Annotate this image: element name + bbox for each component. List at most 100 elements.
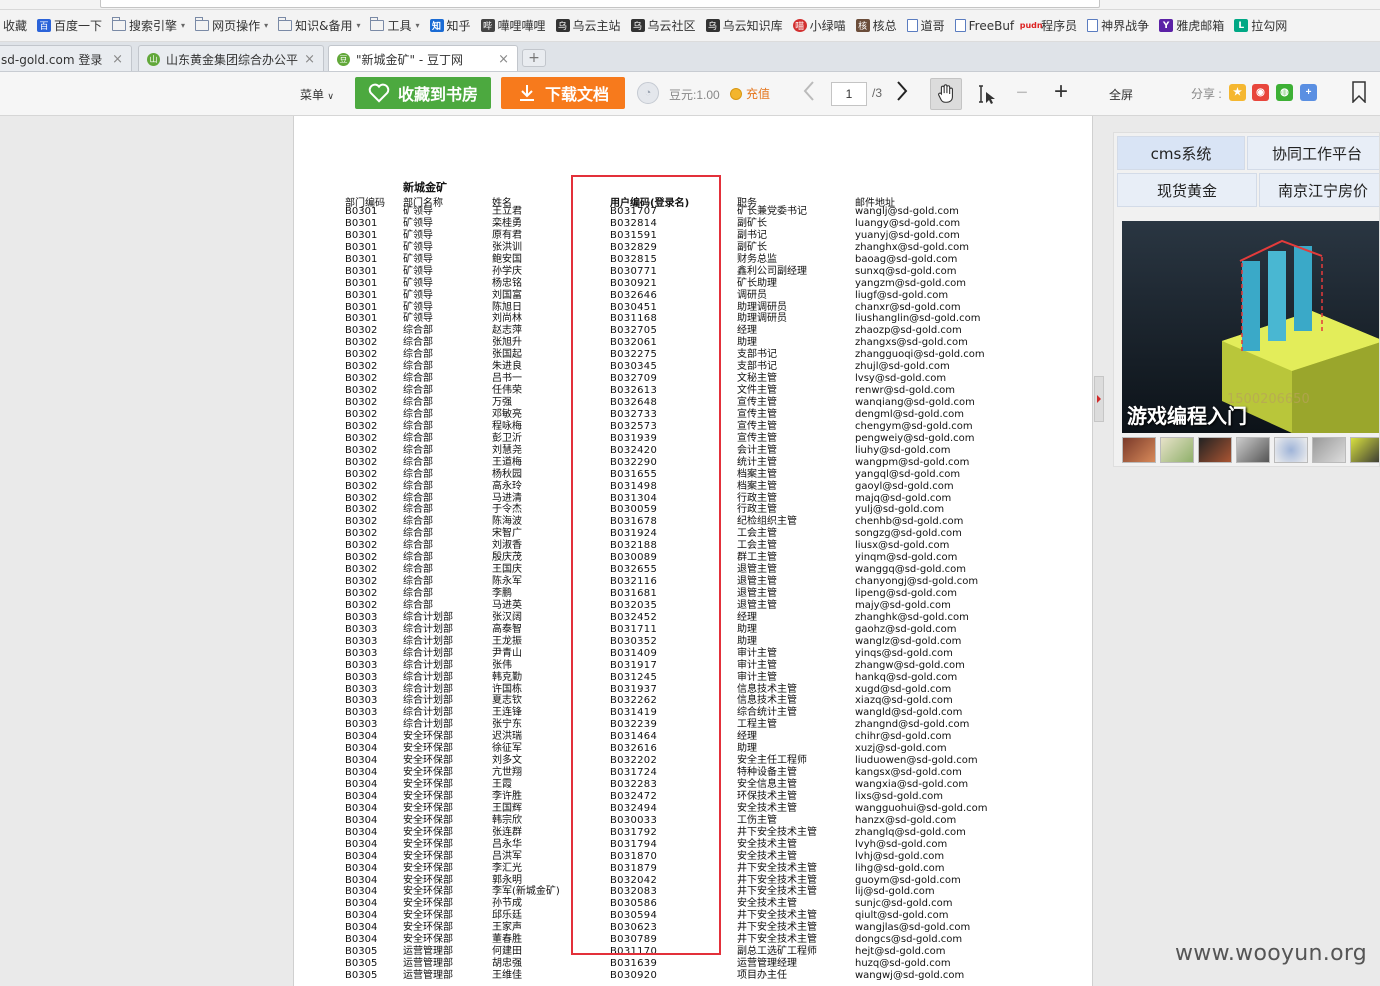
bookmark-item[interactable]: 神界战争 [1087,15,1149,37]
cell-dept-name: 综合部 [403,361,433,373]
hand-tool-button[interactable] [930,78,962,110]
download-button[interactable]: 下载文档 [501,77,625,109]
next-page-button[interactable] [895,80,909,108]
sdgold-favicon-icon: 山 [147,52,160,66]
cell-person: 徐征军 [492,743,522,755]
cell-dept-code: B0304 [345,790,378,802]
bookmark-item[interactable]: 喵小绿喵 [792,15,846,37]
favorite-button[interactable]: 收藏到书房 [355,77,491,109]
bookmark-item[interactable]: FreeBuf [954,15,1014,37]
bookmark-item[interactable]: Y 雅虎邮箱 [1159,15,1224,37]
cell-dept-name: 矿领导 [403,277,433,289]
thumbnail-3[interactable] [1198,437,1232,463]
bookmark-item[interactable]: 百百度一下 [37,15,102,37]
cell-dept-name: 安全环保部 [403,743,453,755]
close-icon[interactable]: × [304,52,315,67]
cell-dept-code: B0301 [345,301,378,313]
zoom-out-button[interactable]: − [1012,83,1032,104]
tab-sd-gold-office[interactable]: 山 山东黄金集团综合办公平 × [138,45,324,71]
sidebar-tab-cms[interactable]: cms系统 [1117,136,1245,170]
page-total: /3 [872,86,883,100]
thumbnail-6[interactable] [1312,437,1346,463]
bookmark-item[interactable]: 搜索引擎 ▾ [112,15,185,37]
bookmark-item[interactable]: 乌乌云主站 [555,15,621,37]
cell-position: 宣传主管 [737,420,777,432]
close-icon[interactable]: × [498,52,509,67]
cell-position: 财务总监 [737,253,777,265]
page-number-input[interactable]: 1 [831,82,867,106]
qzone-share-icon[interactable]: ★ [1229,84,1246,101]
cell-email: wangwj@sd-gold.com [855,970,965,981]
cell-position: 助理 [737,623,757,635]
tab-sd-gold-login[interactable]: sd-gold.com 登录 × [0,45,132,71]
sidebar-tab-spot-gold[interactable]: 现货黄金 [1117,173,1257,207]
cell-person: 王家声 [492,922,522,934]
bookmark-label: 拉勾网 [1251,19,1288,33]
bookmark-item[interactable]: pudn 程序员 [1020,15,1077,37]
cell-email: sunxq@sd-gold.com [855,265,957,277]
cell-dept-code: B0304 [345,755,378,767]
bookmark-item[interactable]: 核核总 [855,15,897,37]
weibo-share-icon[interactable]: ◉ [1252,84,1269,101]
cell-email: lvsy@sd-gold.com [855,373,947,385]
banner-image[interactable]: 1500206650 游戏编程入门 [1122,221,1379,433]
cell-email: lij@sd-gold.com [855,886,935,898]
cell-position: 副总工选矿工程师 [737,946,817,958]
tab-label: "新城金矿" - 豆丁网 [356,53,463,67]
thumbnail-5[interactable] [1274,437,1308,463]
cell-dept-code: B0305 [345,958,378,970]
sidebar-tab-nanjing-house[interactable]: 南京江宁房价 [1259,173,1379,207]
cell-dept-name: 矿领导 [403,313,433,325]
text-select-button[interactable] [974,82,998,106]
cell-position: 信息技术主管 [737,695,797,707]
cell-dept-name: 安全环保部 [403,731,453,743]
user-avatar-icon[interactable]: ◔ [637,82,659,104]
cell-dept-code: B0304 [345,910,378,922]
zoom-in-button[interactable]: + [1050,80,1072,104]
address-field[interactable] [100,0,1100,8]
document-page: 新城金矿 部门编码 部门名称 姓名 用户编码(登录名) 职务 邮件地址 B030… [293,116,1093,986]
bookmark-item[interactable]: 网页操作 ▾ [195,15,268,37]
bookmark-item[interactable]: 知识&备用 ▾ [278,15,360,37]
sidebar-toggle-button[interactable] [1094,376,1104,422]
bookmark-item[interactable]: 知知乎 [429,15,471,37]
bookmark-item[interactable]: 道哥 [906,15,945,37]
cell-position: 综合统计主管 [737,707,797,719]
cell-dept-name: 安全环保部 [403,886,453,898]
thumbnail-1[interactable] [1122,437,1156,463]
recharge-link[interactable]: 充值 [730,85,770,102]
bookmark-item[interactable]: 工具 ▾ [370,15,420,37]
new-tab-button[interactable]: + [522,49,546,67]
menu-dropdown[interactable]: 菜单 ∨ [300,86,334,103]
fullscreen-button[interactable]: 全屏 [1109,86,1133,103]
cell-person: 许国栋 [492,683,522,695]
bookmark-icon[interactable] [1351,81,1367,104]
tab-docin-xincheng[interactable]: 豆 "新城金矿" - 豆丁网 × [328,45,518,71]
cell-position: 助理 [737,743,757,755]
cell-email: huzq@sd-gold.com [855,958,951,970]
bookmark-item[interactable]: 乌乌云社区 [630,15,696,37]
bookmark-item[interactable]: 乌乌云知识库 [705,15,783,37]
text-cursor-icon [979,85,995,104]
wechat-share-icon[interactable]: ◍ [1276,84,1293,101]
cell-dept-code: B0304 [345,838,378,850]
prev-page-button[interactable] [802,80,816,108]
close-icon[interactable]: × [112,52,123,67]
thumbnail-2[interactable] [1160,437,1194,463]
bookmark-item[interactable]: 哔嘩哩嘩哩 [480,15,546,37]
thumbnail-4[interactable] [1236,437,1270,463]
cell-position: 宣传主管 [737,408,777,420]
cell-person: 邱乐廷 [492,910,522,922]
address-bar[interactable] [0,0,1380,10]
bookmark-item[interactable]: ★收藏 [3,15,27,37]
more-share-icon[interactable]: + [1300,84,1317,101]
cell-dept-code: B0302 [345,337,378,349]
cell-email: xugd@sd-gold.com [855,683,952,695]
cell-dept-name: 综合计划部 [403,635,453,647]
bookmark-item[interactable]: L 拉勾网 [1234,15,1287,37]
thumbnail-7[interactable] [1350,437,1379,463]
sidebar-tab-collab[interactable]: 协同工作平台 [1247,136,1379,170]
chevron-left-icon [803,81,814,101]
cell-position: 井下安全技术主管 [737,862,817,874]
cell-dept-code: B0302 [345,540,378,552]
